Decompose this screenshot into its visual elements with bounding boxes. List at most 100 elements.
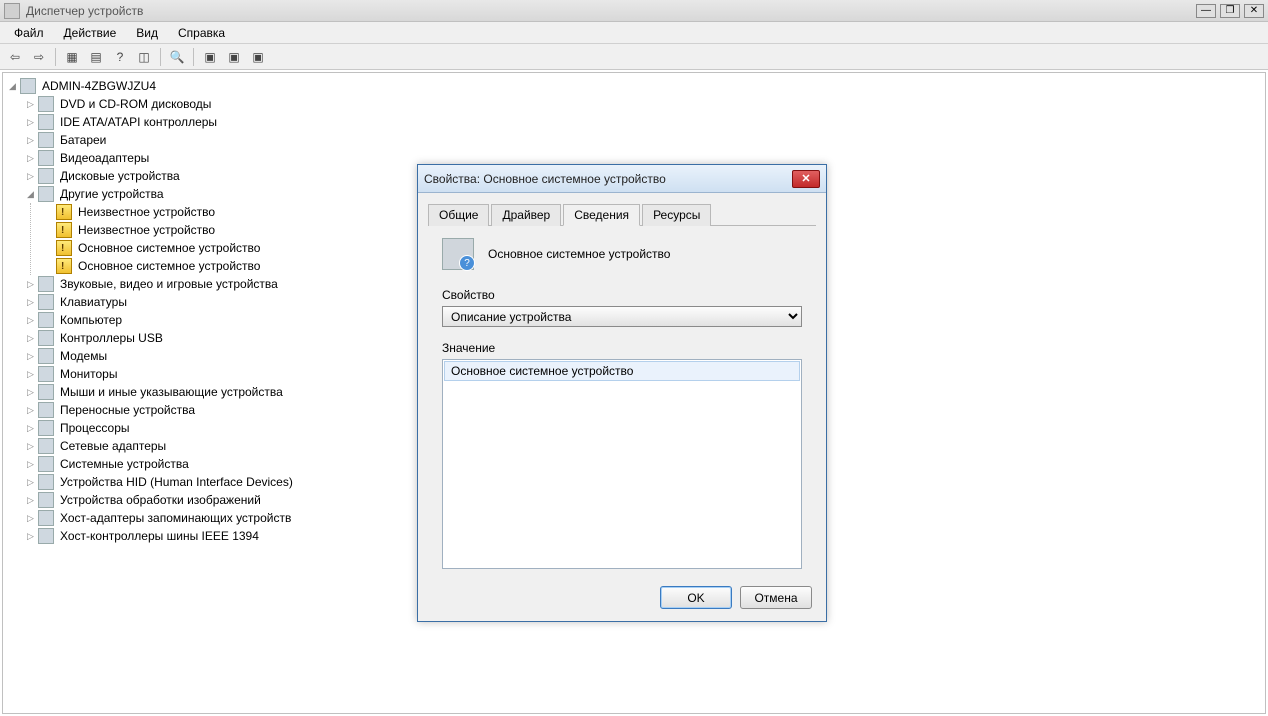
help-button[interactable]: ?: [109, 46, 131, 68]
expand-icon[interactable]: ▷: [25, 405, 36, 416]
property-label: Свойство: [442, 288, 802, 302]
tree-category-label: Мониторы: [58, 365, 119, 383]
minimize-button[interactable]: —: [1196, 4, 1216, 18]
tree-category[interactable]: ▷ IDE ATA/ATAPI контроллеры: [25, 113, 1263, 131]
expand-icon[interactable]: ▷: [25, 423, 36, 434]
expand-icon[interactable]: ▷: [25, 315, 36, 326]
expand-icon[interactable]: ▷: [25, 117, 36, 128]
expand-icon[interactable]: ▷: [25, 495, 36, 506]
value-item[interactable]: Основное системное устройство: [444, 361, 800, 381]
forward-button[interactable]: ⇨: [28, 46, 50, 68]
category-icon: [38, 366, 54, 382]
category-icon: [38, 96, 54, 112]
category-icon: [38, 474, 54, 490]
tree-category[interactable]: ▷DVD и CD-ROM дисководы: [25, 95, 1263, 113]
tree-category-label: Устройства HID (Human Interface Devices): [58, 473, 295, 491]
tree-category-label: Устройства обработки изображений: [58, 491, 263, 509]
menubar: Файл Действие Вид Справка: [0, 22, 1268, 44]
close-button[interactable]: ✕: [1244, 4, 1264, 18]
tree-category-label: Модемы: [58, 347, 109, 365]
menu-action[interactable]: Действие: [54, 24, 127, 42]
device-name: Основное системное устройство: [488, 247, 670, 261]
show-hide-console-tree-button[interactable]: ▦: [61, 46, 83, 68]
tree-category-label: Процессоры: [58, 419, 132, 437]
tree-category-label: Дисковые устройства: [58, 167, 182, 185]
tree-category[interactable]: ▷ Батареи: [25, 131, 1263, 149]
tree-device-label: Неизвестное устройство: [76, 221, 217, 239]
tab-body-details: Основное системное устройство Свойство О…: [428, 226, 816, 586]
tree-category-label: Другие устройства: [58, 185, 166, 203]
category-icon: [38, 528, 54, 544]
expand-icon[interactable]: ▷: [25, 531, 36, 542]
warning-icon: [56, 258, 72, 274]
tree-category-label: Хост-контроллеры шины IEEE 1394: [58, 527, 261, 545]
expand-icon[interactable]: ▷: [25, 333, 36, 344]
expand-icon[interactable]: ▷: [25, 513, 36, 524]
spacer-icon: [43, 225, 54, 236]
toolbar-separator: [160, 48, 161, 66]
collapse-icon[interactable]: ◢: [25, 189, 36, 200]
expand-icon[interactable]: ▷: [25, 171, 36, 182]
device-icon: [442, 238, 474, 270]
dialog-titlebar[interactable]: Свойства: Основное системное устройство …: [418, 165, 826, 193]
category-icon: [38, 132, 54, 148]
value-label: Значение: [442, 341, 802, 355]
toolbar: ⇦ ⇨ ▦ ▤ ? ◫ 🔍 ▣ ▣ ▣: [0, 44, 1268, 70]
tab-general[interactable]: Общие: [428, 204, 489, 226]
disable-button[interactable]: ▣: [247, 46, 269, 68]
menu-file[interactable]: Файл: [4, 24, 54, 42]
properties-dialog: Свойства: Основное системное устройство …: [417, 164, 827, 622]
expand-icon[interactable]: ▷: [25, 153, 36, 164]
app-icon: [4, 3, 20, 19]
tree-device-label: Основное системное устройство: [76, 239, 262, 257]
category-icon: [38, 438, 54, 454]
expand-icon[interactable]: ▷: [25, 369, 36, 380]
maximize-button[interactable]: ❐: [1220, 4, 1240, 18]
tab-details[interactable]: Сведения: [563, 204, 640, 226]
tree-root[interactable]: ◢ ADMIN-4ZBGWJZU4: [7, 77, 1263, 95]
ok-button[interactable]: OK: [660, 586, 732, 609]
dialog-close-button[interactable]: ✕: [792, 170, 820, 188]
tree-category-label: Контроллеры USB: [58, 329, 165, 347]
menu-view[interactable]: Вид: [126, 24, 168, 42]
dialog-title: Свойства: Основное системное устройство: [424, 172, 792, 186]
update-driver-button[interactable]: ▣: [199, 46, 221, 68]
tree-category-label: Батареи: [58, 131, 108, 149]
collapse-icon[interactable]: ◢: [7, 81, 18, 92]
properties-button[interactable]: ▤: [85, 46, 107, 68]
expand-icon[interactable]: ▷: [25, 477, 36, 488]
warning-icon: [56, 222, 72, 238]
expand-icon[interactable]: ▷: [25, 441, 36, 452]
expand-icon[interactable]: ▷: [25, 279, 36, 290]
tree-category-label: Видеоадаптеры: [58, 149, 151, 167]
tab-driver[interactable]: Драйвер: [491, 204, 561, 226]
category-icon: [38, 186, 54, 202]
spacer-icon: [43, 243, 54, 254]
view-button[interactable]: ◫: [133, 46, 155, 68]
tree-category-label: Хост-адаптеры запоминающих устройств: [58, 509, 293, 527]
category-icon: [38, 168, 54, 184]
tab-resources[interactable]: Ресурсы: [642, 204, 711, 226]
cancel-button[interactable]: Отмена: [740, 586, 812, 609]
category-icon: [38, 312, 54, 328]
uninstall-button[interactable]: ▣: [223, 46, 245, 68]
expand-icon[interactable]: ▷: [25, 135, 36, 146]
back-button[interactable]: ⇦: [4, 46, 26, 68]
expand-icon[interactable]: ▷: [25, 351, 36, 362]
tree-category-label: Переносные устройства: [58, 401, 197, 419]
value-listbox[interactable]: Основное системное устройство: [442, 359, 802, 569]
expand-icon[interactable]: ▷: [25, 459, 36, 470]
category-icon: [38, 114, 54, 130]
property-select[interactable]: Описание устройства: [442, 306, 802, 327]
category-icon: [38, 294, 54, 310]
scan-hardware-button[interactable]: 🔍: [166, 46, 188, 68]
expand-icon[interactable]: ▷: [25, 99, 36, 110]
computer-icon: [20, 78, 36, 94]
dialog-tabs: Общие Драйвер Сведения Ресурсы: [428, 203, 816, 226]
tree-category-label: IDE ATA/ATAPI контроллеры: [58, 113, 219, 131]
menu-help[interactable]: Справка: [168, 24, 235, 42]
category-icon: [38, 492, 54, 508]
expand-icon[interactable]: ▷: [25, 387, 36, 398]
expand-icon[interactable]: ▷: [25, 297, 36, 308]
category-icon: [38, 456, 54, 472]
